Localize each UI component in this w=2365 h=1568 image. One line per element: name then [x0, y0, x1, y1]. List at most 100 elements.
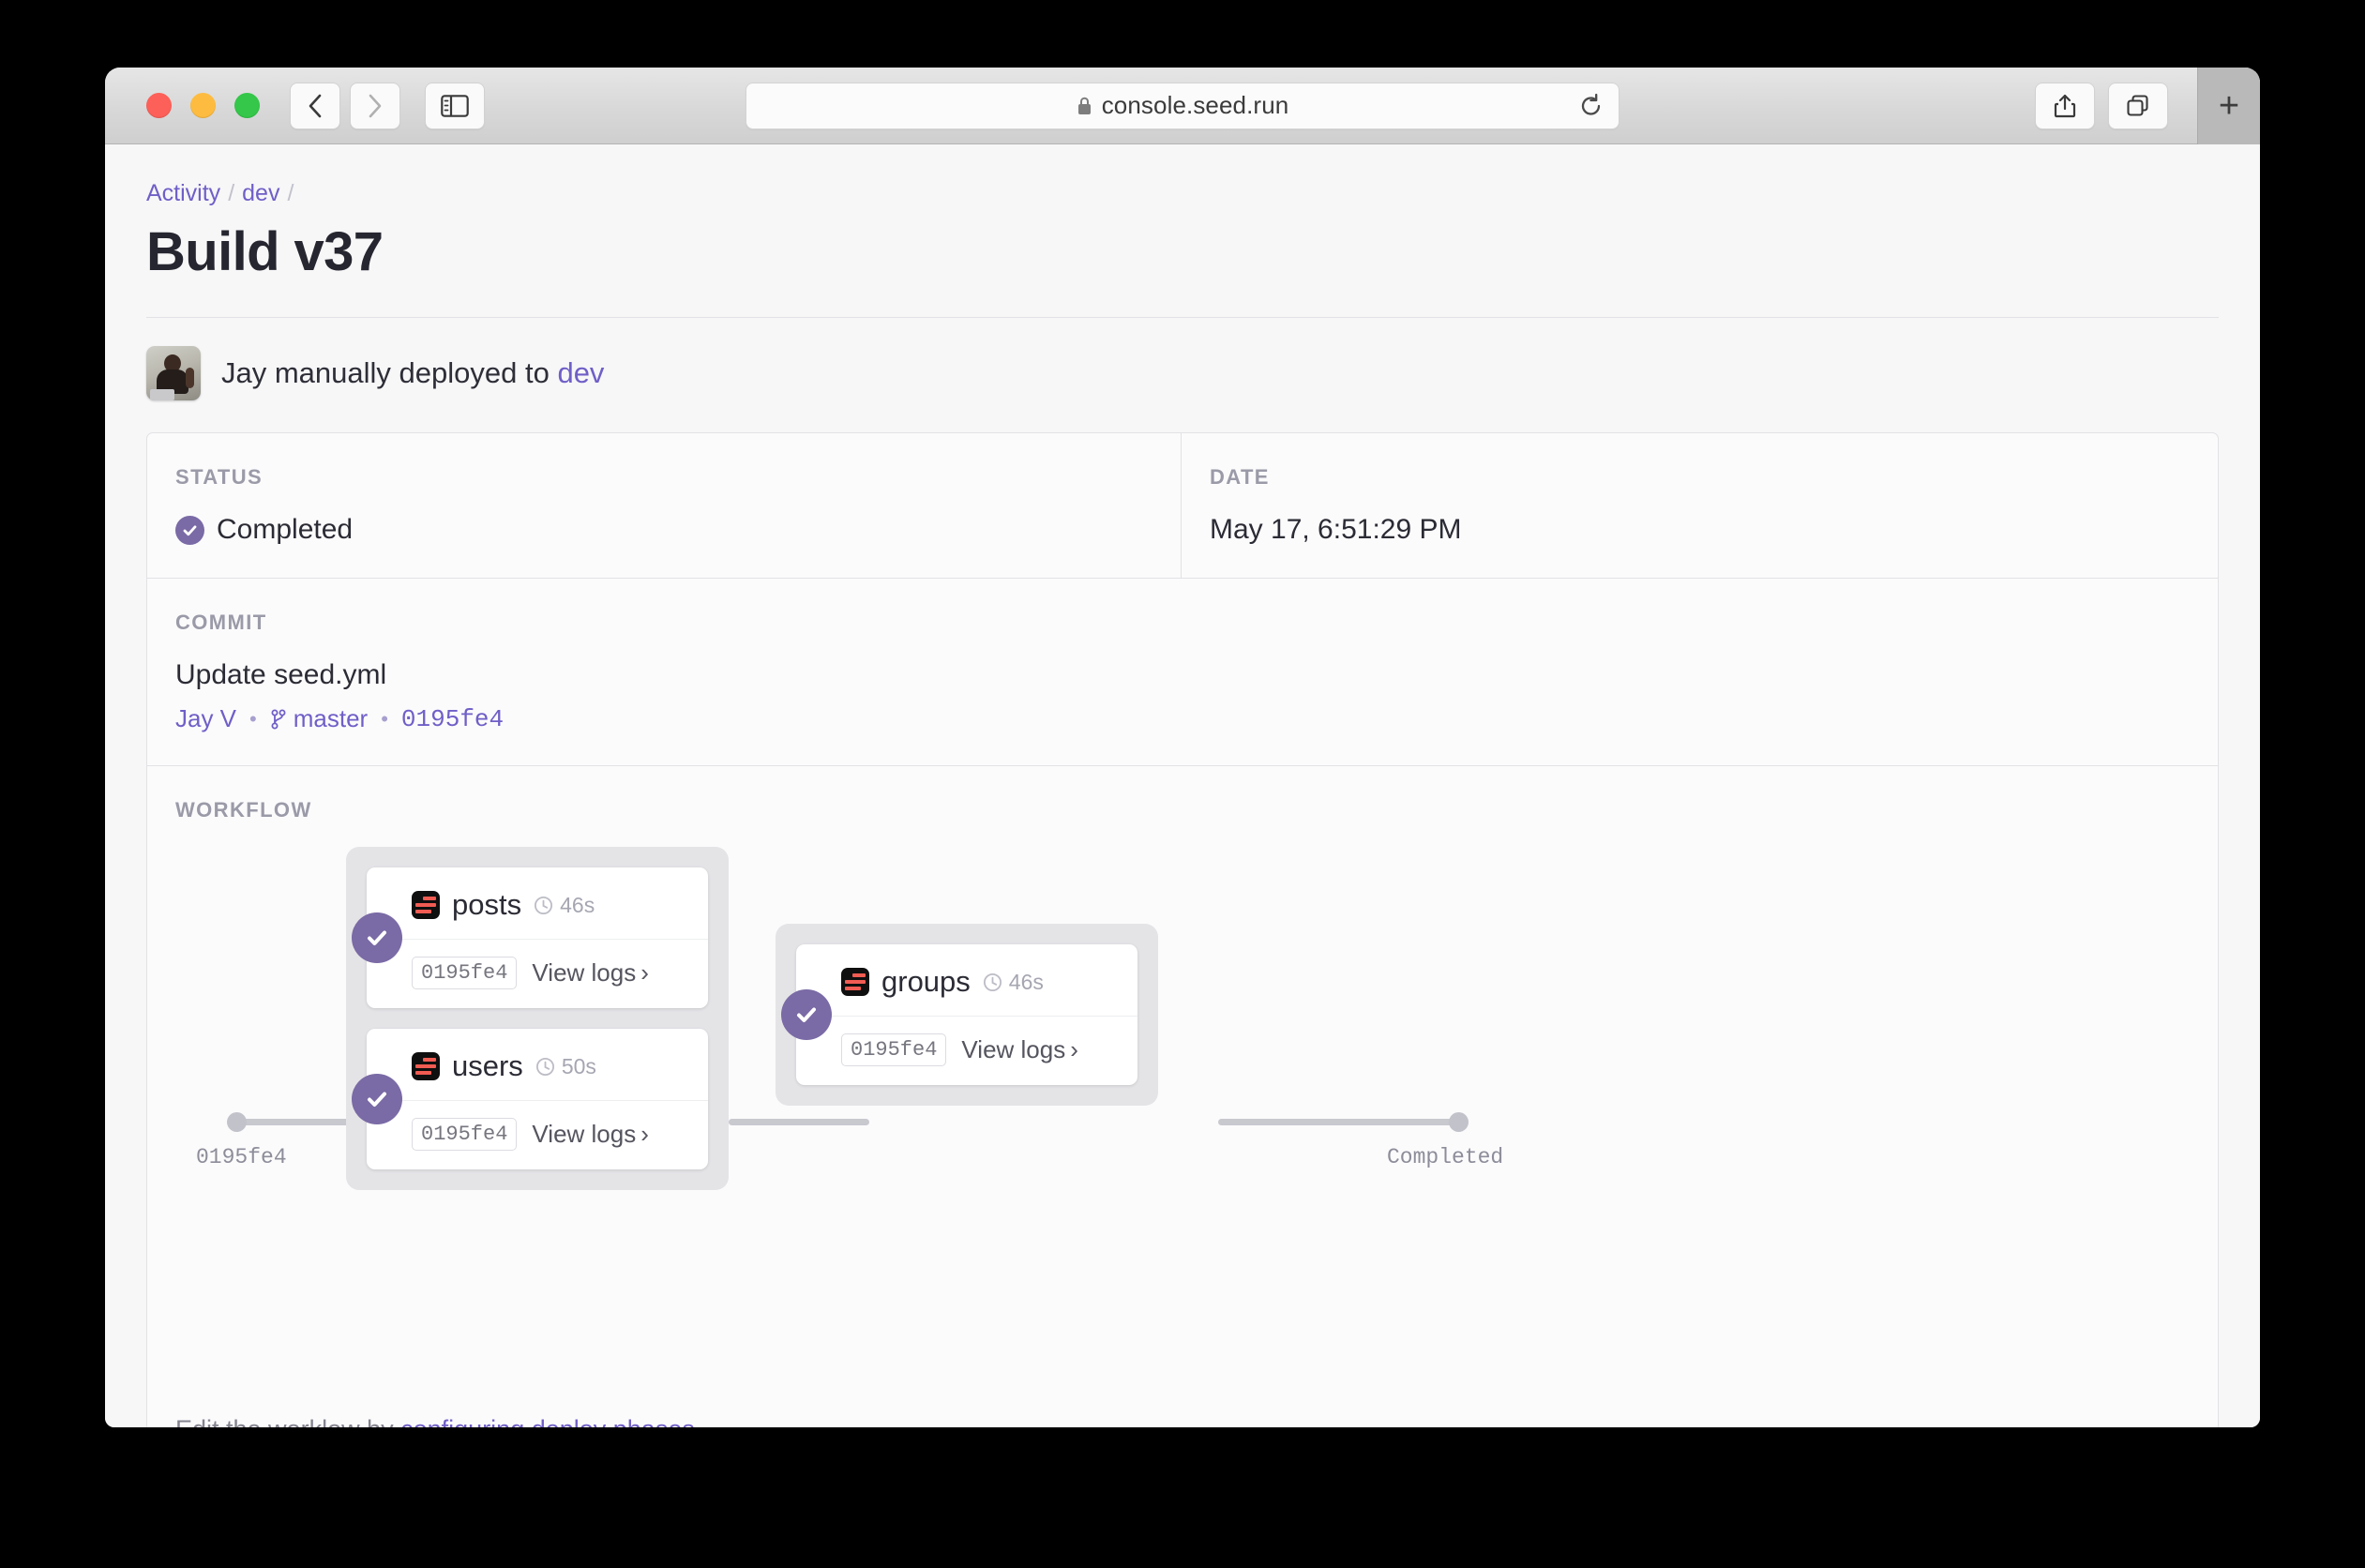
status-date-row: STATUS Completed DATE May 17, 6:51:29 PM — [147, 433, 2218, 579]
commit-branch-link[interactable]: master — [270, 704, 368, 733]
view-logs-label: View logs — [532, 1120, 637, 1148]
clock-icon — [983, 972, 1002, 991]
job-commit-hash: 0195fe4 — [412, 957, 518, 989]
workflow-cell: WORKFLOW 0195fe4 Completed posts 46s 019… — [147, 766, 2218, 1427]
commit-hash-link[interactable]: 0195fe4 — [401, 705, 504, 733]
workflow-footer-text: Edit the worklow by — [175, 1415, 394, 1427]
commit-message: Update seed.yml — [175, 659, 387, 690]
breadcrumb-item-activity[interactable]: Activity — [146, 180, 220, 207]
job-card-posts[interactable]: posts 46s 0195fe4 View logs › — [352, 867, 708, 1008]
workflow-diagram: 0195fe4 Completed posts 46s 0195fe4 View… — [175, 847, 2190, 1410]
job-duration-text: 46s — [1008, 969, 1044, 994]
breadcrumb-separator: / — [228, 180, 235, 206]
workflow-track-mid — [729, 1119, 869, 1125]
job-card-groups[interactable]: groups 46s 0195fe4 View logs › — [781, 944, 1137, 1085]
page-title: Build v37 — [146, 221, 384, 282]
workflow-end-node — [1449, 1112, 1469, 1132]
job-name: users — [452, 1049, 523, 1082]
commit-author-link[interactable]: Jay V — [175, 704, 236, 733]
sidebar-toggle-button[interactable] — [425, 82, 485, 129]
workflow-phase-2: groups 46s 0195fe4 View logs › — [776, 924, 1158, 1106]
status-cell: STATUS Completed — [147, 433, 1182, 578]
commit-row: COMMIT Update seed.yml Jay V • master • … — [147, 579, 2218, 766]
clock-icon — [535, 1057, 554, 1076]
window-traffic-lights — [146, 93, 260, 118]
chevron-right-icon: › — [640, 958, 649, 987]
browser-window: console.seed.run + Activity / dev / Buil… — [105, 68, 2260, 1427]
maximize-window-button[interactable] — [234, 93, 260, 118]
serverless-service-icon — [412, 891, 440, 919]
minimize-window-button[interactable] — [190, 93, 216, 118]
job-status-check-icon — [352, 912, 402, 963]
workflow-row: WORKFLOW 0195fe4 Completed posts 46s 019… — [147, 766, 2218, 1427]
workflow-end-label: Completed — [1387, 1145, 1504, 1169]
breadcrumb-separator-trailing: / — [287, 180, 294, 206]
share-icon — [2054, 94, 2076, 117]
share-button[interactable] — [2035, 82, 2095, 129]
tab-overview-button[interactable] — [2108, 82, 2168, 129]
commit-meta-separator-2: • — [381, 706, 388, 731]
branch-icon — [271, 709, 286, 729]
serverless-service-icon — [841, 968, 869, 996]
job-header: groups 46s — [796, 944, 1137, 1017]
job-commit-hash: 0195fe4 — [412, 1118, 518, 1151]
lock-icon — [1077, 96, 1092, 116]
chevron-left-icon — [309, 94, 322, 117]
job-footer: 0195fe4 View logs › — [796, 1017, 1137, 1085]
job-name: posts — [452, 888, 522, 921]
view-logs-link[interactable]: View logs › — [532, 1120, 648, 1149]
date-cell: DATE May 17, 6:51:29 PM — [1182, 433, 2218, 578]
workflow-footer: Edit the worklow by configuring deploy p… — [175, 1410, 2190, 1427]
commit-meta: Jay V • master • 0195fe4 — [175, 704, 2190, 733]
job-commit-hash: 0195fe4 — [841, 1033, 947, 1066]
workflow-phase-1: posts 46s 0195fe4 View logs › users 50s … — [346, 847, 729, 1190]
reload-button[interactable] — [1579, 93, 1604, 119]
workflow-start-label: 0195fe4 — [196, 1145, 287, 1169]
reload-icon — [1581, 93, 1601, 115]
job-card-users[interactable]: users 50s 0195fe4 View logs › — [352, 1029, 708, 1169]
job-duration-text: 50s — [561, 1053, 596, 1078]
back-button[interactable] — [290, 82, 340, 129]
job-status-check-icon — [352, 1074, 402, 1124]
workflow-footer-period: . — [695, 1415, 702, 1427]
workflow-label: WORKFLOW — [175, 798, 312, 822]
breadcrumb-item-dev[interactable]: dev — [242, 180, 279, 207]
browser-titlebar: console.seed.run + — [105, 68, 2260, 144]
commit-label: COMMIT — [175, 611, 267, 634]
deployment-message: Jay manually deployed to dev — [221, 356, 604, 390]
commit-branch-name: master — [293, 704, 369, 732]
new-tab-button[interactable]: + — [2197, 68, 2260, 144]
deployment-author-row: Jay manually deployed to dev — [146, 346, 2219, 400]
date-value: May 17, 6:51:29 PM — [1210, 514, 1462, 545]
date-label: DATE — [1210, 465, 1270, 489]
job-name: groups — [881, 965, 971, 998]
check-circle-icon — [175, 515, 204, 545]
build-details-panel: STATUS Completed DATE May 17, 6:51:29 PM — [146, 432, 2219, 1427]
url-text: console.seed.run — [1101, 91, 1289, 119]
close-window-button[interactable] — [146, 93, 172, 118]
commit-meta-separator: • — [249, 706, 257, 731]
breadcrumb: Activity / dev / — [146, 180, 2219, 207]
job-duration: 50s — [535, 1054, 596, 1079]
chevron-right-icon: › — [640, 1120, 649, 1148]
avatar — [146, 346, 201, 400]
job-footer: 0195fe4 View logs › — [367, 1101, 708, 1169]
chevron-right-icon — [369, 94, 382, 117]
configure-deploy-phases-link[interactable]: configuring deploy phases — [400, 1415, 695, 1427]
view-logs-link[interactable]: View logs › — [961, 1035, 1077, 1064]
deployment-stage-link[interactable]: dev — [557, 356, 604, 389]
job-header: posts 46s — [367, 867, 708, 940]
address-bar[interactable]: console.seed.run — [746, 82, 1619, 129]
browser-right-tools — [2035, 82, 2168, 129]
page-content: Activity / dev / Build v37 Jay manually … — [105, 144, 2260, 1427]
view-logs-link[interactable]: View logs › — [532, 958, 648, 988]
workflow-track-end — [1218, 1119, 1457, 1125]
sidebar-icon — [441, 94, 469, 117]
job-duration: 46s — [534, 893, 595, 918]
status-value-row: Completed — [175, 514, 1152, 546]
forward-button[interactable] — [350, 82, 400, 129]
job-status-check-icon — [781, 989, 832, 1040]
view-logs-label: View logs — [961, 1035, 1066, 1063]
clock-icon — [535, 896, 553, 914]
tabs-icon — [2127, 94, 2148, 116]
